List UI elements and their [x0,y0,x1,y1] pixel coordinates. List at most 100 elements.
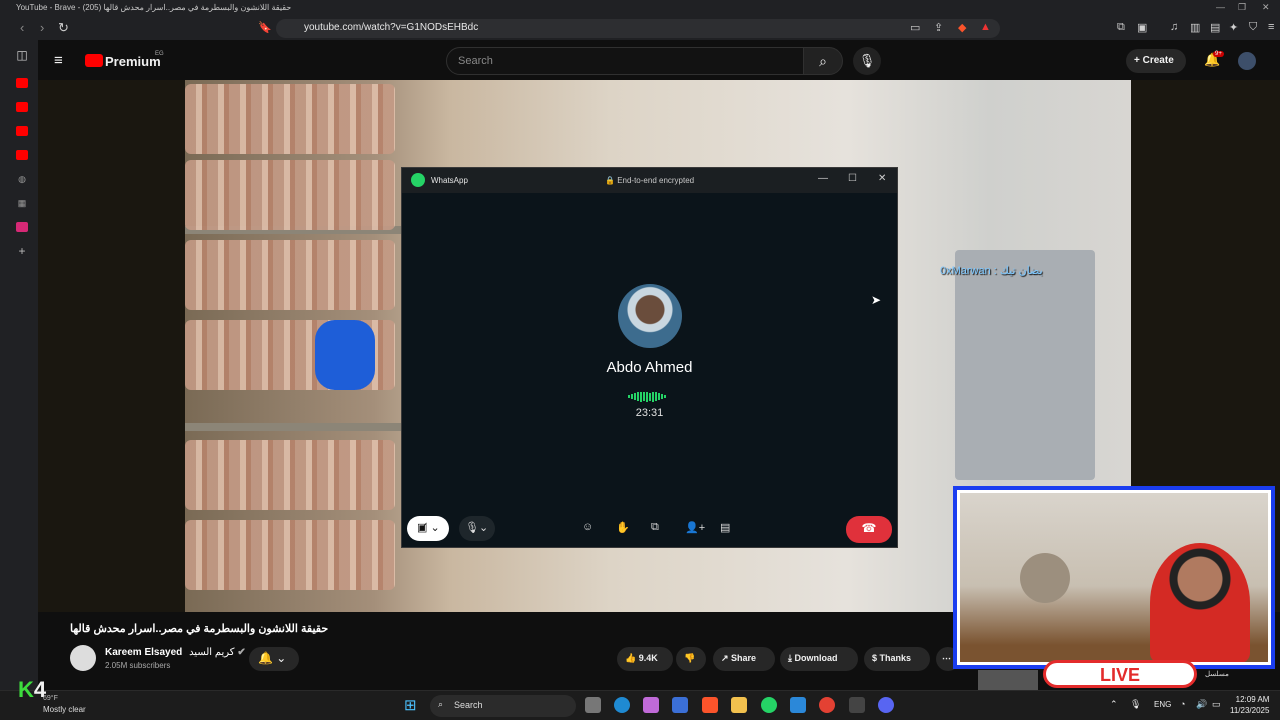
microphone-icon: 🎙 [858,53,876,68]
leo-icon[interactable]: ✦ [1229,21,1238,34]
globe-icon[interactable]: ◍ [16,174,28,184]
create-label: Create [1142,55,1174,66]
battery-icon[interactable]: ▭ [1212,699,1221,710]
forward-icon[interactable]: › [40,20,44,35]
youtube-logo-icon[interactable] [85,54,103,67]
hang-up-icon: ☎ [861,521,877,535]
youtube-tab-icon[interactable] [16,150,28,160]
brave-shield-icon[interactable]: ◆ [958,21,966,34]
vpn-icon[interactable]: ⛉ [1249,21,1257,34]
clock-time: 12:09 AM [1235,695,1270,704]
temperature: 69°F [43,695,58,702]
dislike-button[interactable]: 👎 [676,647,706,671]
thanks-button[interactable]: $ Thanks [864,647,930,671]
restore-icon[interactable]: ❐ [1238,2,1246,13]
close-icon[interactable]: ✕ [878,173,886,184]
emoji-reaction-icon[interactable]: ☺ [582,521,593,533]
download-button[interactable]: ⤓ Download [780,647,858,671]
share-button[interactable]: ↗ Share [713,647,775,671]
task-view-icon[interactable] [585,697,601,713]
sidebar-toggle-icon[interactable]: ▥ [1190,21,1200,34]
search-icon: ⌕ [438,699,444,709]
camera-toggle-button[interactable]: ▣̸ ⌄ [407,516,449,541]
channel-name[interactable]: Kareem Elsayed كريم السيد ✔ [105,647,246,658]
cast-icon[interactable]: ▭ [910,21,920,34]
wifi-icon[interactable]: ◔ [1180,699,1185,709]
back-icon[interactable]: ‹ [20,20,24,35]
webcam-person [1150,543,1250,662]
youtube-tab-icon[interactable] [16,78,28,88]
music-icon[interactable]: ♫ [1170,21,1178,33]
youtube-tab-icon[interactable] [16,126,28,136]
mic-tray-icon[interactable]: 🎙 [1130,699,1141,710]
weather-widget[interactable]: Mostly clear [43,705,86,714]
wallet-icon[interactable]: ▤ [1210,21,1220,34]
windows-start-icon[interactable]: ⊞ [404,696,417,714]
encryption-text: End-to-end encrypted [617,176,695,185]
hamburger-icon[interactable]: ≡ [54,52,63,69]
language-indicator[interactable]: ENG [1154,700,1171,709]
create-button[interactable]: + Create [1126,49,1186,73]
brave-icon[interactable] [702,697,718,713]
video-content [185,84,395,154]
menu-icon[interactable]: ≡ [1268,21,1274,33]
like-count: 9.4K [638,653,658,663]
reload-icon[interactable]: ↻ [58,20,69,36]
system-clock[interactable]: 12:09 AM 11/23/2025 [1230,694,1269,716]
app-icon[interactable] [672,697,688,713]
brave-rewards-icon[interactable]: ▲ [980,21,991,33]
camera-off-icon: ▣̸ ⌄ [417,522,440,534]
address-bar[interactable]: youtube.com/watch?v=G1NODsEHBdc [276,19,1000,38]
raise-hand-icon[interactable]: ✋ [616,521,630,534]
add-icon[interactable]: + [16,245,28,257]
like-button[interactable]: 👍 9.4K [617,647,673,671]
taskbar-search[interactable]: ⌕ Search [430,695,576,717]
video-content [955,250,1095,480]
edge-icon[interactable] [614,697,630,713]
ticker-text: مسلسل [1205,671,1229,678]
file-explorer-icon[interactable] [731,697,747,713]
windows-taskbar: K4 69°F Mostly clear ⊞ ⌕ Search ⌃ 🎙 ENG … [0,677,1280,720]
subscriber-count: 2.05M subscribers [105,661,171,670]
mouse-cursor-icon: ➤ [871,293,882,307]
more-options-icon[interactable]: ▤ [720,521,730,534]
search-input[interactable]: Search [446,47,804,75]
volume-icon[interactable]: 🔊 [1196,699,1207,710]
bell-icon: 🔔 ⌄ [258,651,287,665]
add-participant-icon[interactable]: 👤+ [685,521,705,534]
instagram-icon[interactable] [16,222,28,232]
account-avatar[interactable] [1238,52,1256,70]
webcam-overlay [953,486,1275,669]
close-icon[interactable]: ✕ [1262,2,1270,13]
end-call-button[interactable]: ☎ [846,516,892,543]
sidebar-panel-icon[interactable]: ◫ [16,49,28,61]
discord-icon[interactable] [878,697,894,713]
tray-chevron-icon[interactable]: ⌃ [1110,699,1118,710]
screenshot-icon[interactable]: ▣ [1137,21,1147,34]
video-content [185,160,395,230]
microphone-button[interactable]: 🎙⌄ [459,516,495,541]
stream-chat-overlay: بضان تيك : 0xMarwan [940,265,1043,277]
channel-avatar[interactable] [70,645,96,671]
search-button[interactable]: ⌕ [803,47,843,75]
bookmark-icon[interactable]: 🔖 [258,21,272,34]
chrome-icon[interactable] [819,697,835,713]
maximize-icon[interactable]: ☐ [848,173,857,184]
whatsapp-taskbar-icon[interactable] [761,697,777,713]
minimize-icon[interactable]: — [1216,2,1225,12]
search-placeholder: Search [458,55,493,67]
channel-name-en[interactable]: Kareem Elsayed [105,647,182,658]
subscribed-bell-button[interactable]: 🔔 ⌄ [249,647,299,671]
copilot-icon[interactable] [643,697,659,713]
premium-logo[interactable]: Premium [105,54,161,69]
obs-icon[interactable] [849,697,865,713]
store-icon[interactable] [790,697,806,713]
grid-icon[interactable]: ▦ [16,198,28,208]
extensions-icon[interactable]: ⧉ [1117,21,1125,34]
screen-share-icon[interactable]: ⧉ [651,521,659,534]
youtube-tab-icon[interactable] [16,102,28,112]
share-page-icon[interactable]: ⇪ [934,21,943,34]
minimize-icon[interactable]: — [818,173,828,184]
thanks-label: Thanks [879,653,912,663]
voice-search-button[interactable]: 🎙 [853,47,881,75]
